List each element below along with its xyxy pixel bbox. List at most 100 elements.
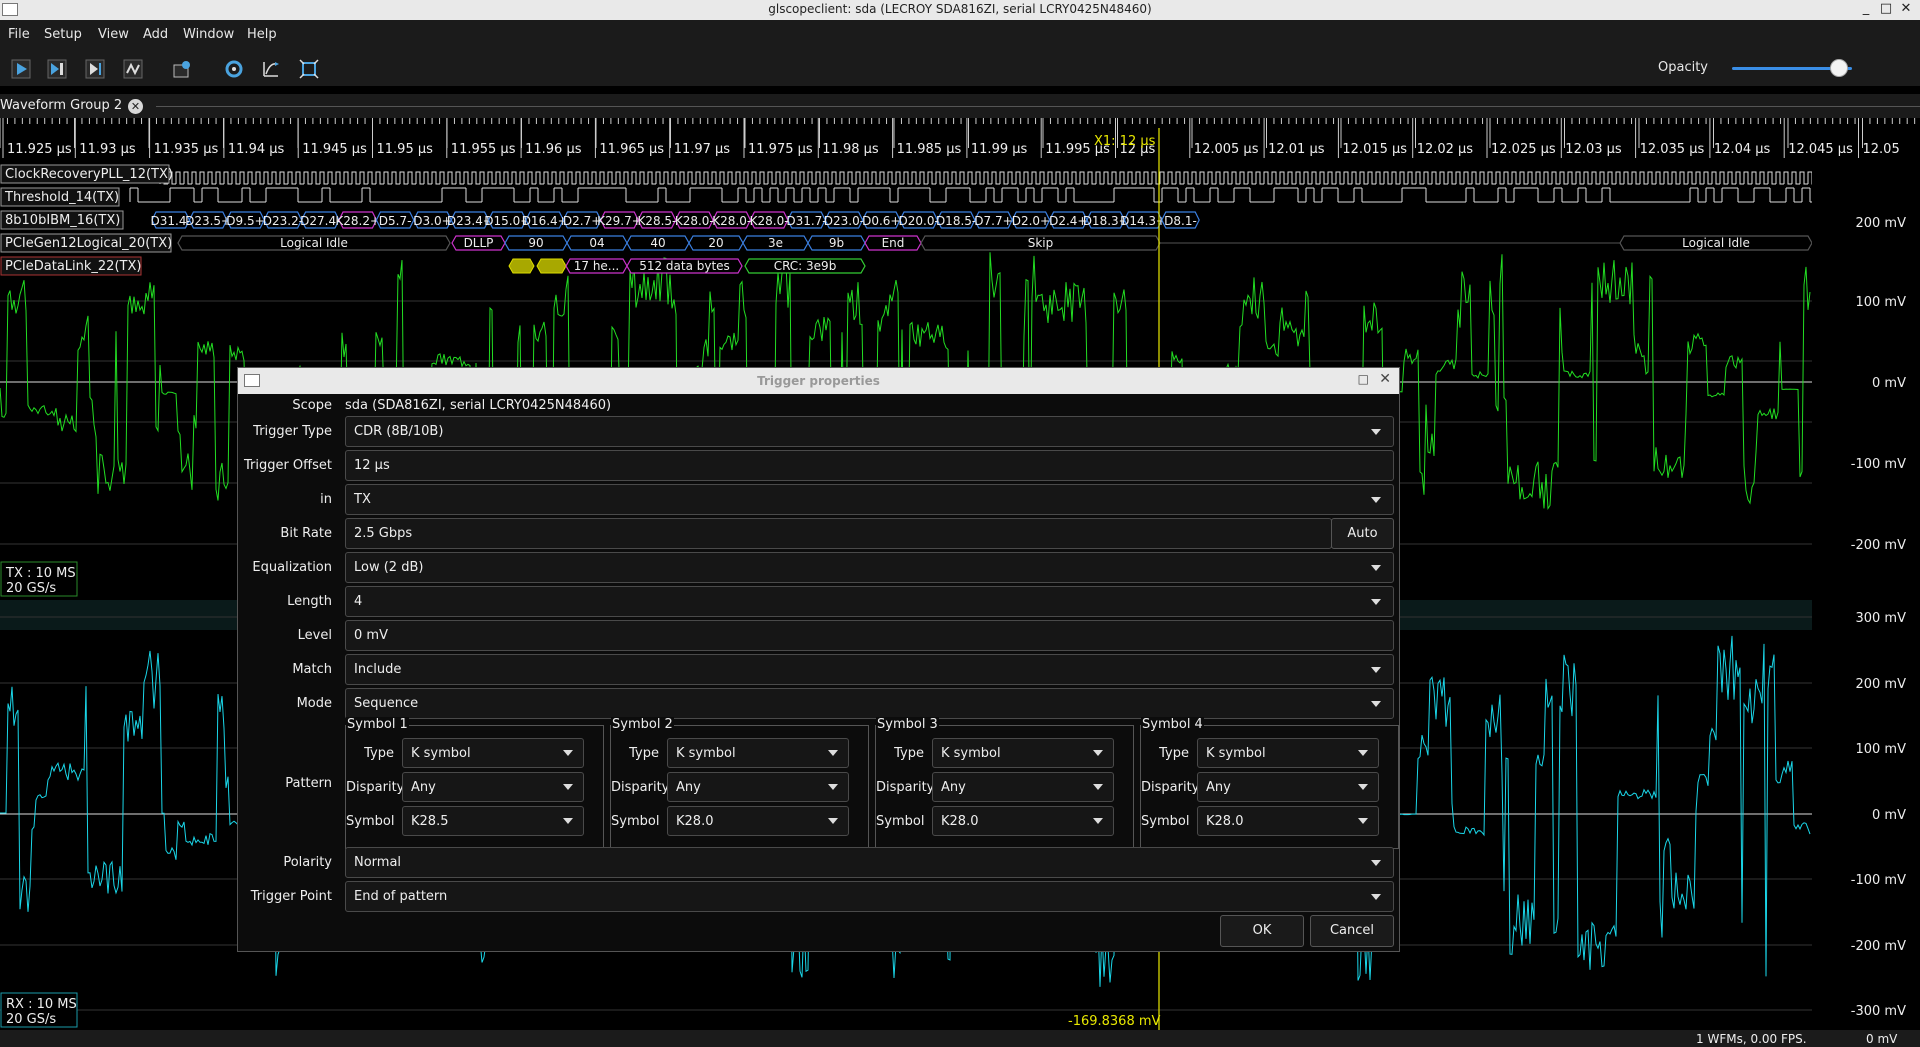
symbol-3-type-value: K symbol: [941, 746, 1001, 761]
logical-segment-label: Logical Idle: [1682, 236, 1750, 250]
opacity-slider-handle[interactable]: [1829, 59, 1848, 77]
symbol-2-disparity-select[interactable]: Any: [667, 772, 849, 802]
symbol-8b10b-label: K28.0-: [750, 214, 789, 228]
symbol-2-title: Symbol 2: [611, 717, 674, 732]
logical-segment-label: 04: [589, 236, 604, 250]
symbol-2-symbol-select[interactable]: K28.0: [667, 806, 849, 836]
symbol-1-disparity-row: Disparity Any: [346, 772, 603, 804]
symbol-3-disparity-select[interactable]: Any: [932, 772, 1114, 802]
symbol-3-symbol-value: K28.0: [941, 814, 979, 829]
symbol-8b10b-label: D23.2-: [263, 214, 303, 228]
cancel-button[interactable]: Cancel: [1310, 915, 1394, 947]
equalization-select[interactable]: Low (2 dB): [345, 552, 1394, 583]
history-icon[interactable]: [170, 58, 194, 80]
menu-setup[interactable]: Setup: [44, 27, 82, 42]
datalink-segment-label: CRC: 3e9b: [774, 259, 837, 273]
fullscreen-icon[interactable]: [259, 58, 283, 80]
symbol-8b10b-label: K28.0-: [712, 214, 751, 228]
symbol-1-type-label: Type: [364, 746, 394, 761]
bit-rate-input[interactable]: 2.5 Gbps: [345, 518, 1332, 549]
symbol-8b10b-label: K29.7+: [597, 214, 642, 228]
symbol-4-type-select[interactable]: K symbol: [1197, 738, 1379, 768]
symbol-2-type-select[interactable]: K symbol: [667, 738, 849, 768]
tx-info-line2: 20 GS/s: [6, 581, 56, 596]
menu-add[interactable]: Add: [143, 27, 168, 42]
symbol-1-symbol-select[interactable]: K28.5: [402, 806, 584, 836]
single-trigger-icon[interactable]: [45, 58, 69, 80]
trigger-point-select[interactable]: End of pattern: [345, 881, 1394, 912]
chevron-down-icon: [1371, 894, 1381, 900]
symbol-3-type-label: Type: [894, 746, 924, 761]
symbol-1-frame: Symbol 1 Type K symbol Disparity Any Symbol K2…: [345, 717, 604, 849]
symbol-1-type-row: Type K symbol: [346, 738, 603, 770]
symbol-8b10b-label: D20.0-: [899, 214, 939, 228]
start-trigger-icon[interactable]: [9, 58, 33, 80]
symbol-4-symbol-value: K28.0: [1206, 814, 1244, 829]
menu-view[interactable]: View: [98, 27, 129, 42]
mode-value: Sequence: [354, 696, 419, 711]
symbol-8b10b-label: D0.6+: [862, 214, 900, 228]
mode-select[interactable]: Sequence: [345, 688, 1394, 719]
symbol-8b10b-label: D31.7-: [786, 214, 826, 228]
match-select[interactable]: Include: [345, 654, 1394, 685]
ruler-tick-label: 11.955 µs: [451, 142, 516, 157]
menu-help[interactable]: Help: [247, 27, 277, 42]
mode-row: Mode Sequence: [238, 687, 1399, 721]
force-trigger-icon[interactable]: [83, 58, 107, 80]
dialog-title: Trigger properties: [757, 374, 880, 388]
refresh-icon[interactable]: [222, 58, 246, 80]
chevron-down-icon: [563, 784, 573, 790]
symbol-4-disparity-value: Any: [1206, 780, 1231, 795]
ruler-tick-label: 11.975 µs: [748, 142, 813, 157]
symbol-8b10b-label: D8.1-: [1164, 214, 1197, 228]
menu-window[interactable]: Window: [183, 27, 234, 42]
axis-background: [1812, 159, 1920, 1030]
stop-trigger-icon[interactable]: [121, 58, 145, 80]
chevron-down-icon: [1371, 497, 1381, 503]
symbol-4-symbol-label: Symbol: [1141, 814, 1190, 829]
minimize-icon[interactable]: _: [1858, 1, 1874, 16]
tab-waveform-group-2[interactable]: Waveform Group 2: [0, 98, 122, 113]
symbol-1-type-select[interactable]: K symbol: [402, 738, 584, 768]
trigger-type-select[interactable]: CDR (8B/10B): [345, 416, 1394, 447]
logical-segment-label: End: [882, 236, 905, 250]
time-ruler[interactable]: 11.925 µs 11.93 µs 11.935 µs 11.94 µs 11.945…: [0, 118, 1920, 158]
voltage-axes: 200 mV 100 mV 0 mV -100 mV -200 mV 300 mV 200 …: [1812, 159, 1920, 1030]
menu-file[interactable]: File: [8, 27, 30, 42]
trigger-offset-input[interactable]: 12 µs: [345, 450, 1394, 481]
equalization-value: Low (2 dB): [354, 560, 424, 575]
polarity-select[interactable]: Normal: [345, 847, 1394, 878]
length-select[interactable]: 4: [345, 586, 1394, 617]
ruler-tick-label: 12.035 µs: [1640, 142, 1705, 157]
in-select[interactable]: TX: [345, 484, 1394, 515]
auto-bitrate-button[interactable]: Auto: [1331, 518, 1394, 549]
dialog-close-icon[interactable]: ✕: [1379, 371, 1391, 387]
ruler-tick-label: 12.005 µs: [1194, 142, 1259, 157]
menu-bar: File Setup View Add Window Help: [0, 20, 1920, 50]
chevron-down-icon: [828, 818, 838, 824]
symbol-4-symbol-select[interactable]: K28.0: [1197, 806, 1379, 836]
level-row: Level 0 mV: [238, 619, 1399, 653]
symbol-3-symbol-select[interactable]: K28.0: [932, 806, 1114, 836]
symbol-3-symbol-label: Symbol: [876, 814, 925, 829]
symbol-3-symbol-row: Symbol K28.0: [876, 806, 1133, 838]
symbol-3-disparity-label: Disparity: [876, 780, 935, 795]
cursor-readout: -169.8368 mV: [1068, 1014, 1161, 1029]
datalink-segment-label: 512 data bytes: [639, 259, 730, 273]
close-icon[interactable]: ✕: [1898, 1, 1914, 16]
dialog-maximize-icon[interactable]: □: [1358, 372, 1369, 386]
level-input[interactable]: 0 mV: [345, 620, 1394, 651]
dialog-titlebar: Trigger properties □ ✕: [238, 368, 1399, 394]
ruler-tick-label: 11.965 µs: [599, 142, 664, 157]
symbol-1-disparity-select[interactable]: Any: [402, 772, 584, 802]
channel-label-datalink: PCIeDataLink_22(TX): [5, 259, 141, 274]
symbol-3-type-select[interactable]: K symbol: [932, 738, 1114, 768]
symbol-8b10b-label: K28.2+: [335, 214, 380, 228]
symbol-4-type-label: Type: [1159, 746, 1189, 761]
zoom-fit-icon[interactable]: [297, 58, 321, 80]
tab-close-icon[interactable]: ✕: [128, 99, 143, 114]
maximize-icon[interactable]: □: [1878, 1, 1894, 16]
ok-button[interactable]: OK: [1220, 915, 1304, 947]
symbol-4-disparity-select[interactable]: Any: [1197, 772, 1379, 802]
ruler-tick-label: 12.02 µs: [1417, 142, 1474, 157]
